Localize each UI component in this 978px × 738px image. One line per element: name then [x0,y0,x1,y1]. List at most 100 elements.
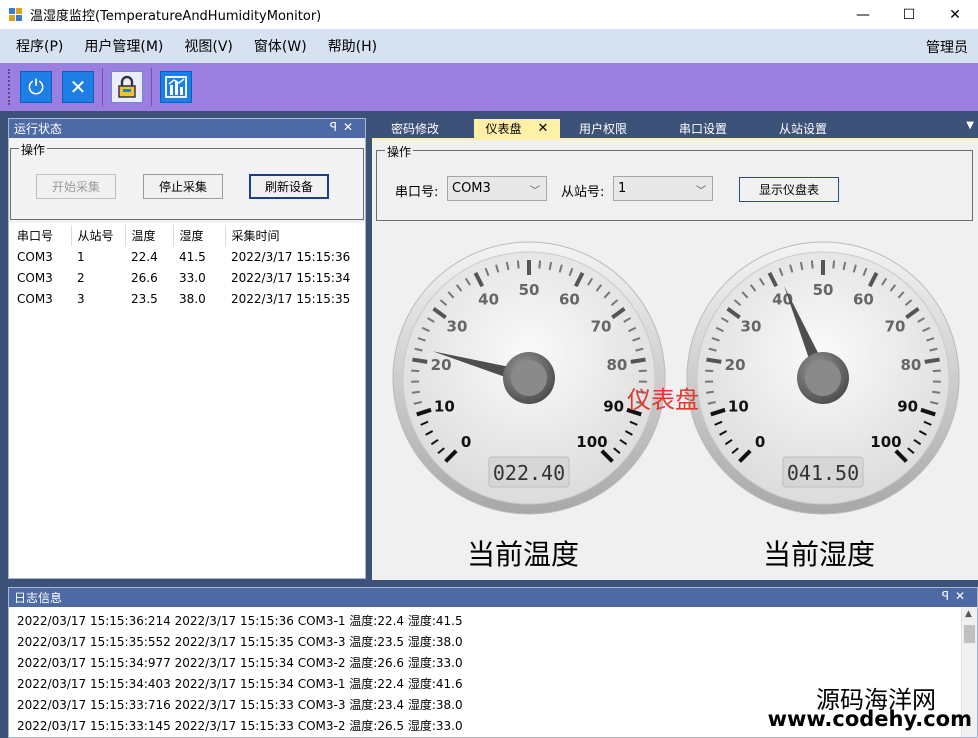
table-cell: 41.5 [179,249,206,264]
tab-user-permission[interactable]: 用户权限 [568,119,638,138]
column-header[interactable]: 湿度 [173,225,226,246]
gauge-tick [706,357,722,364]
port-value: COM3 [452,181,491,196]
table-row[interactable]: COM3 3 23.5 38.0 2022/3/17 15:15:35 [11,288,357,309]
lock-icon [118,75,136,98]
document-area: 密码修改 仪表盘 ✕ 用户权限 串口设置 从站设置 ▼ 操作 串口号: COM3 … [372,116,978,580]
table-cell: 23.5 [131,291,158,306]
table-cell: 2022/3/17 15:15:35 [231,291,351,306]
table-cell: COM3 [17,249,53,264]
tab-menu-icon[interactable]: ▼ [966,120,974,131]
pin-icon[interactable]: ꟼ [330,120,343,134]
show-gauge-button[interactable]: 显示仪盘表 [739,177,839,202]
slave-value: 1 [618,181,627,196]
gauge-hub-center [805,360,841,396]
tab-dashboard[interactable]: 仪表盘 ✕ [474,119,560,138]
toolbar-grip[interactable] [8,69,11,105]
gauge-tick-label: 0 [461,433,471,451]
gauge-tick-label: 50 [519,281,540,299]
scroll-thumb[interactable] [964,625,975,643]
stop-collect-button[interactable]: 停止采集 [143,174,223,199]
status-panel-header: 运行状态 ꟼ✕ [9,119,365,138]
table-cell: 1 [77,249,85,264]
log-line[interactable]: 2022/03/17 15:15:33:716 2022/3/17 15:15:… [17,695,463,716]
close-window-button[interactable]: ✕ [932,0,978,29]
column-header[interactable]: 串口号 [11,225,72,246]
close-icon[interactable]: ✕ [538,121,549,136]
log-line[interactable]: 2022/03/17 15:15:34:403 2022/3/17 15:15:… [17,674,463,695]
reading-table: 串口号 从站号 温度 湿度 采集时间 COM3 1 22.4 41.5 2022… [11,225,357,309]
menu-user-management[interactable]: 用户管理(M) [74,36,173,56]
gauge-hub-center [511,360,547,396]
log-line[interactable]: 2022/03/17 15:15:34:977 2022/3/17 15:15:… [17,653,463,674]
gauge-tick-label: 80 [900,356,921,374]
log-line[interactable]: 2022/03/17 15:15:35:552 2022/3/17 15:15:… [17,632,463,653]
app-icon [9,7,23,22]
gauge-tick-label: 20 [725,356,746,374]
table-cell: 2022/3/17 15:15:34 [231,270,351,285]
port-label: 串口号: [395,185,439,200]
tab-password[interactable]: 密码修改 [380,119,450,138]
gauge-tick-label: 20 [431,356,452,374]
column-header[interactable]: 温度 [125,225,174,246]
humidity-gauge: 0102030405060708090100041.50 [686,241,960,515]
column-header[interactable]: 从站号 [71,225,126,246]
title-bar: 温湿度监控(TemperatureAndHumidityMonitor) — ☐… [0,0,978,29]
gauge-tick [810,260,814,269]
menu-view[interactable]: 视图(V) [174,36,243,56]
gauge-display-value: 041.50 [787,461,859,485]
menu-help[interactable]: 帮助(H) [318,36,387,56]
port-select[interactable]: COM3 ﹀ [447,176,547,201]
column-header[interactable]: 采集时间 [225,225,357,246]
window-title: 温湿度监控(TemperatureAndHumidityMonitor) [30,9,322,24]
refresh-device-button[interactable]: 刷新设备 [249,174,329,199]
gauge-tick [638,369,647,373]
dashboard-operation-group: 操作 串口号: COM3 ﹀ 从站号: 1 ﹀ 显示仪盘表 [376,143,973,221]
slave-select[interactable]: 1 ﹀ [613,176,713,201]
gauge-tick-label: 60 [853,291,874,309]
minimize-button[interactable]: — [840,0,886,29]
gauge-tick-label: 0 [755,433,765,451]
gauge-tick-label: 90 [603,398,624,416]
close-icon[interactable]: ✕ [343,120,359,134]
dashboard-overlay-label: 仪表盘 [627,386,699,414]
gauge-tick-label: 30 [741,318,762,336]
maximize-button[interactable]: ☐ [886,0,932,29]
table-cell: COM3 [17,270,53,285]
gauge-tick-label: 30 [447,318,468,336]
temperature-gauge: 0 10 20 30 40 50 60 70 80 90 100 022.40 [392,241,666,515]
gauge-tick [932,369,941,373]
table-row[interactable]: COM3 1 22.4 41.5 2022/3/17 15:15:36 [11,246,357,267]
log-line[interactable]: 2022/03/17 15:15:36:214 2022/3/17 15:15:… [17,611,463,632]
close-icon[interactable]: ✕ [955,589,971,603]
table-cell: 2 [77,270,85,285]
gauge-tick [411,369,420,373]
table-row[interactable]: COM3 2 26.6 33.0 2022/3/17 15:15:34 [11,267,357,288]
gauge-tick-label: 90 [897,398,918,416]
chevron-down-icon: ﹀ [530,186,540,197]
table-header-row: 串口号 从站号 温度 湿度 采集时间 [11,225,357,246]
log-line[interactable]: 2022/03/17 15:15:33:145 2022/3/17 15:15:… [17,716,463,737]
tab-slave-settings[interactable]: 从站设置 [768,119,838,138]
start-collect-button[interactable]: 开始采集 [36,174,116,199]
gauge-display-value: 022.40 [493,461,565,485]
power-button[interactable]: ⏻ [20,71,52,103]
tab-bar: 密码修改 仪表盘 ✕ 用户权限 串口设置 从站设置 ▼ [372,116,978,138]
exit-button[interactable]: ✕ [62,71,94,103]
tab-label: 仪表盘 [485,122,522,136]
gauge-tick [924,357,940,364]
gauge-tick [705,390,714,394]
operation-group-label: 操作 [385,143,414,160]
gauge-tick-label: 40 [478,291,499,309]
close-icon: ✕ [69,75,87,99]
menu-program[interactable]: 程序(P) [6,36,73,56]
watermark-url: www.codehy.com [767,707,972,731]
dashboard-button[interactable] [160,71,192,103]
scroll-up-icon[interactable]: ▲ [965,609,972,619]
tab-serial-settings[interactable]: 串口设置 [668,119,738,138]
status-panel: 运行状态 ꟼ✕ 操作 开始采集 停止采集 刷新设备 串口号 从站号 温度 湿度 … [8,118,366,579]
lock-button[interactable] [111,71,143,103]
table-cell: 33.0 [179,270,206,285]
menu-window[interactable]: 窗体(W) [244,36,317,56]
pin-icon[interactable]: ꟼ [942,589,955,603]
